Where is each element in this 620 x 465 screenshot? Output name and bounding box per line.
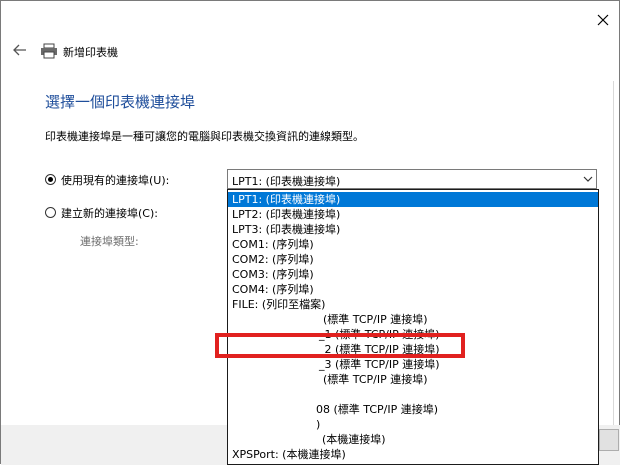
port-option[interactable]: LPT1: (印表機連接埠) xyxy=(228,192,598,207)
port-option[interactable]: ) xyxy=(228,417,598,432)
port-option[interactable] xyxy=(228,387,598,402)
existing-port-value: LPT1: (印表機連接埠) xyxy=(232,175,341,188)
page-title: 選擇一個印表機連接埠 xyxy=(45,93,196,111)
port-option[interactable]: (標準 TCP/IP 連接埠) xyxy=(228,312,598,327)
port-option[interactable]: _3 (標準 TCP/IP 連接埠) xyxy=(228,357,598,372)
port-option[interactable]: 08 (標準 TCP/IP 連接埠) xyxy=(228,402,598,417)
create-new-port-radio[interactable] xyxy=(45,207,56,218)
port-option[interactable]: XPSPort: (本機連接埠) xyxy=(228,447,598,462)
close-icon[interactable] xyxy=(594,11,612,29)
port-option[interactable]: LPT3: (印表機連接埠) xyxy=(228,222,598,237)
port-option[interactable]: COM4: (序列埠) xyxy=(228,282,598,297)
port-option[interactable]: COM3: (序列埠) xyxy=(228,267,598,282)
page-description: 印表機連接埠是一種可讓您的電腦與印表機交換資訊的連線類型。 xyxy=(45,130,364,143)
add-printer-dialog: 新增印表機 選擇一個印表機連接埠 印表機連接埠是一種可讓您的電腦與印表機交換資訊… xyxy=(0,0,620,465)
printer-icon xyxy=(41,43,57,59)
back-arrow-icon[interactable] xyxy=(11,41,29,59)
port-dropdown-list[interactable]: LPT1: (印表機連接埠) LPT2: (印表機連接埠) LPT3: (印表機連接… xyxy=(227,189,599,465)
port-option[interactable]: (標準 TCP/IP 連接埠) xyxy=(228,372,598,387)
port-option[interactable]: FILE: (列印至檔案) xyxy=(228,297,598,312)
use-existing-port-label[interactable]: 使用現有的連接埠(U): xyxy=(61,172,169,188)
port-type-label: 連接埠類型: xyxy=(80,235,139,248)
highlight-annotation xyxy=(215,333,465,358)
port-option[interactable]: LPT2: (印表機連接埠) xyxy=(228,207,598,222)
port-option[interactable]: COM1: (序列埠) xyxy=(228,237,598,252)
use-existing-port-radio[interactable] xyxy=(45,174,56,185)
port-option[interactable]: COM2: (序列埠) xyxy=(228,252,598,267)
create-new-port-label[interactable]: 建立新的連接埠(C): xyxy=(61,205,158,221)
port-option[interactable]: (本機連接埠) xyxy=(228,432,598,447)
window-edge xyxy=(613,81,614,451)
chevron-down-icon[interactable] xyxy=(583,175,593,183)
dialog-button[interactable] xyxy=(599,429,619,451)
existing-port-select[interactable]: LPT1: (印表機連接埠) xyxy=(227,169,597,189)
wizard-title: 新增印表機 xyxy=(63,46,118,59)
